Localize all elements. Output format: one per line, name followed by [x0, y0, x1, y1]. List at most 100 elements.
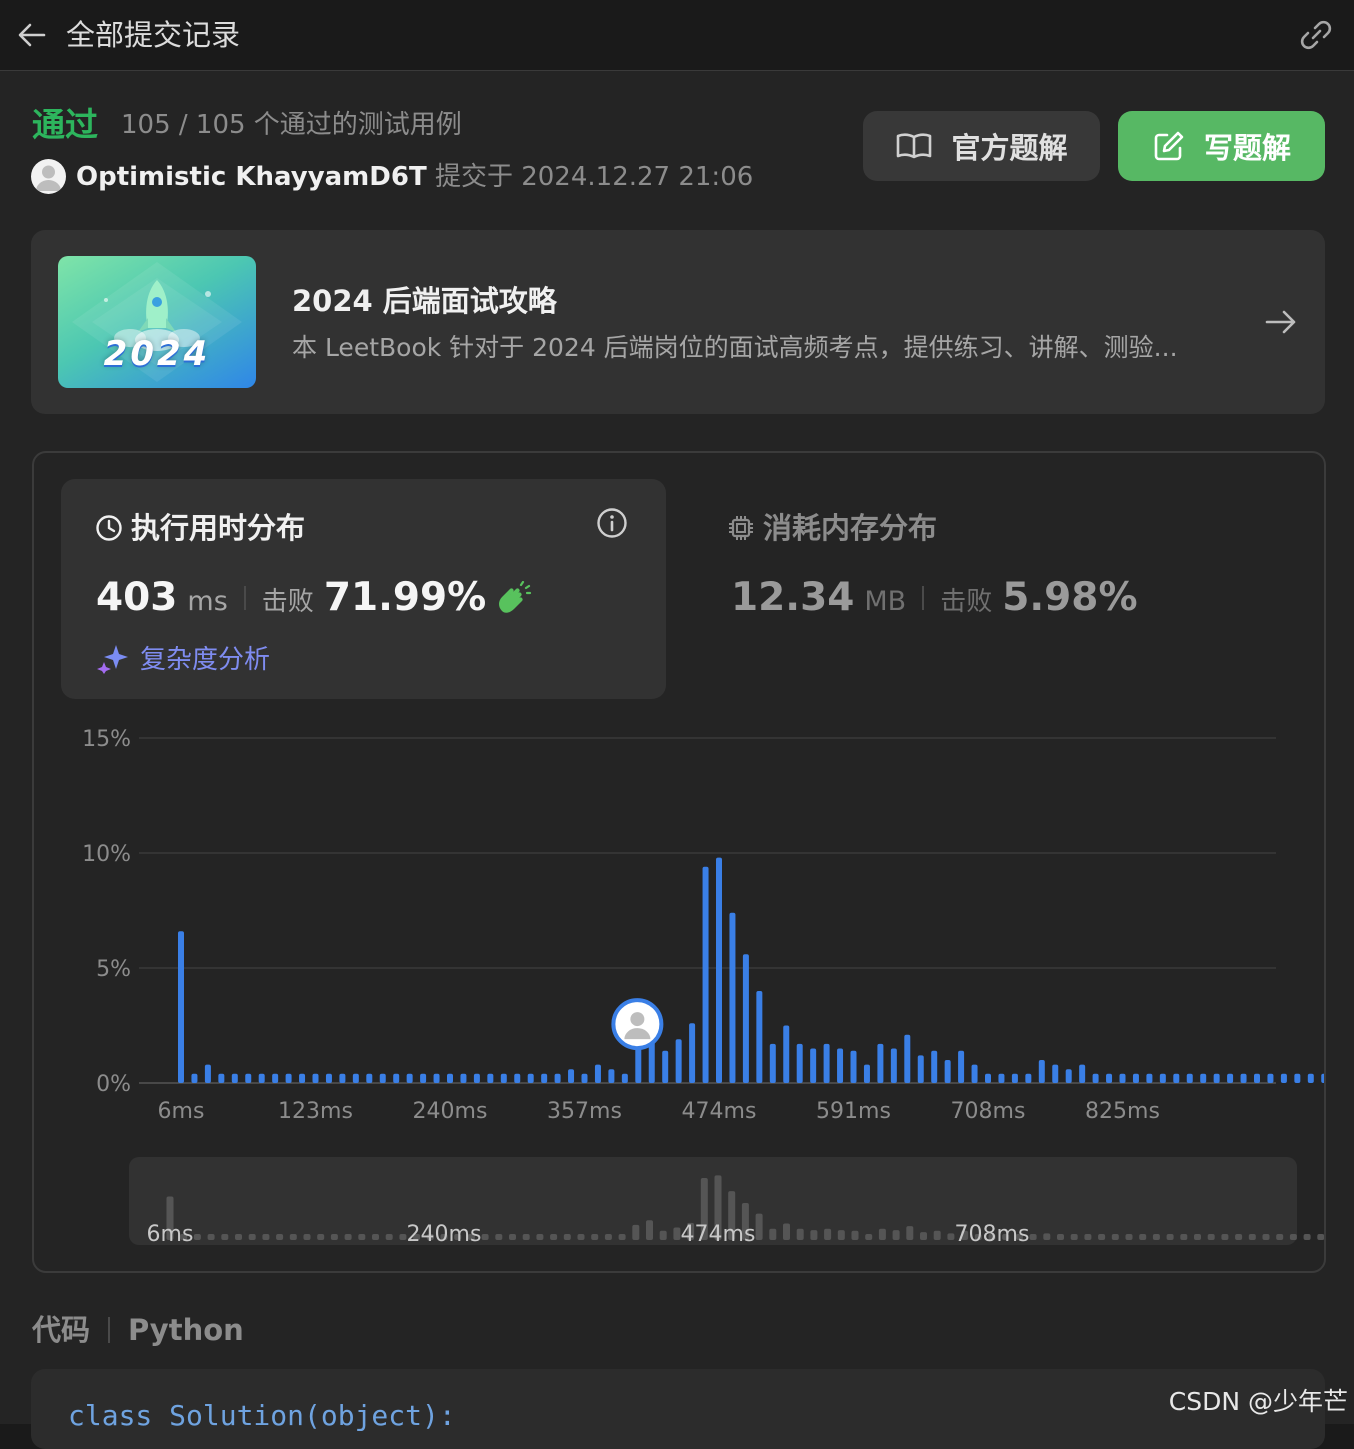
runtime-bar[interactable]	[904, 1034, 911, 1083]
runtime-bar[interactable]	[1227, 1073, 1234, 1083]
navigator-bar	[933, 1230, 941, 1240]
memory-tab[interactable]: 消耗内存分布	[727, 509, 937, 547]
runtime-bar[interactable]	[1280, 1073, 1287, 1083]
username[interactable]: Optimistic KhayyamD6T	[76, 162, 427, 192]
runtime-bar[interactable]	[1200, 1073, 1207, 1083]
runtime-bar[interactable]	[729, 912, 736, 1083]
my-submission-marker[interactable]	[611, 998, 664, 1051]
runtime-bar[interactable]	[339, 1073, 346, 1083]
runtime-bar[interactable]	[877, 1043, 884, 1083]
runtime-bar[interactable]	[1011, 1073, 1018, 1083]
runtime-bar[interactable]	[460, 1073, 467, 1083]
runtime-bar[interactable]	[312, 1073, 319, 1083]
runtime-bar[interactable]	[204, 1064, 211, 1083]
runtime-bar[interactable]	[1307, 1073, 1314, 1083]
link-icon[interactable]	[1296, 18, 1336, 52]
runtime-bar[interactable]	[231, 1073, 238, 1083]
runtime-bar[interactable]	[783, 1025, 790, 1084]
write-solution-button[interactable]: 写题解	[1118, 111, 1325, 181]
runtime-bar[interactable]	[890, 1048, 897, 1084]
runtime-bar[interactable]	[581, 1073, 588, 1083]
runtime-bar[interactable]	[366, 1073, 373, 1083]
runtime-bar[interactable]	[406, 1073, 413, 1083]
runtime-bar[interactable]	[554, 1073, 561, 1083]
runtime-bar[interactable]	[716, 857, 722, 1083]
official-solution-button[interactable]: 官方题解	[863, 111, 1100, 181]
avatar[interactable]	[31, 159, 66, 194]
leetbook-promo-card[interactable]: 2024 2024 后端面试攻略 本 LeetBook 针对于 2024 后端岗…	[31, 230, 1325, 414]
runtime-bar[interactable]	[1254, 1073, 1260, 1083]
runtime-bar[interactable]	[1106, 1073, 1113, 1083]
runtime-bar[interactable]	[742, 954, 749, 1083]
runtime-bar[interactable]	[958, 1050, 965, 1083]
runtime-bar[interactable]	[433, 1073, 440, 1083]
runtime-bar[interactable]	[863, 1064, 870, 1083]
runtime-bar[interactable]	[837, 1048, 844, 1084]
runtime-bar[interactable]	[931, 1050, 938, 1083]
runtime-bar[interactable]	[487, 1073, 494, 1083]
runtime-bar[interactable]	[1321, 1073, 1324, 1083]
runtime-bar[interactable]	[850, 1050, 857, 1083]
runtime-bar[interactable]	[944, 1060, 951, 1083]
runtime-bar[interactable]	[1038, 1060, 1045, 1083]
info-icon[interactable]	[596, 507, 628, 539]
runtime-bar[interactable]	[379, 1073, 386, 1083]
runtime-bar[interactable]	[985, 1073, 991, 1083]
runtime-bar[interactable]	[810, 1048, 817, 1084]
runtime-bar[interactable]	[917, 1055, 924, 1083]
runtime-bar[interactable]	[514, 1073, 521, 1083]
runtime-bar[interactable]	[702, 866, 709, 1083]
runtime-bar[interactable]	[352, 1073, 359, 1083]
runtime-distribution-chart[interactable]: 15% 10% 5% 0% 6ms 123ms 240ms 357ms 474ms 591ms 7…	[34, 713, 1324, 1273]
runtime-bar[interactable]	[420, 1073, 427, 1083]
runtime-bar[interactable]	[299, 1073, 306, 1083]
runtime-bar[interactable]	[662, 1050, 669, 1083]
runtime-bar[interactable]	[1213, 1073, 1220, 1083]
runtime-bar[interactable]	[998, 1073, 1005, 1083]
runtime-bar[interactable]	[178, 931, 184, 1083]
arrow-left-icon[interactable]	[16, 18, 48, 52]
runtime-bar[interactable]	[527, 1073, 534, 1083]
runtime-bar[interactable]	[971, 1064, 978, 1083]
runtime-bar[interactable]	[447, 1073, 453, 1083]
runtime-bar[interactable]	[218, 1073, 225, 1083]
runtime-bar[interactable]	[1240, 1073, 1247, 1083]
runtime-bar[interactable]	[608, 1069, 615, 1083]
runtime-bar[interactable]	[1132, 1073, 1139, 1083]
runtime-bar[interactable]	[568, 1069, 575, 1083]
runtime-bar[interactable]	[1119, 1073, 1126, 1083]
runtime-bar[interactable]	[473, 1073, 480, 1083]
runtime-bar[interactable]	[541, 1073, 548, 1083]
runtime-bar[interactable]	[245, 1073, 252, 1083]
runtime-bar[interactable]	[1065, 1069, 1072, 1083]
runtime-bar[interactable]	[1025, 1073, 1032, 1083]
runtime-bar[interactable]	[1186, 1073, 1193, 1083]
navigator-bar	[604, 1234, 612, 1240]
runtime-bar[interactable]	[285, 1073, 292, 1083]
runtime-bar[interactable]	[1159, 1073, 1166, 1083]
runtime-bar[interactable]	[689, 1023, 696, 1083]
runtime-bar[interactable]	[500, 1073, 507, 1083]
runtime-bar[interactable]	[1092, 1073, 1099, 1083]
runtime-bar[interactable]	[191, 1073, 198, 1083]
runtime-bar[interactable]	[796, 1043, 803, 1083]
runtime-bar[interactable]	[769, 1043, 776, 1083]
runtime-bar[interactable]	[1052, 1064, 1059, 1083]
runtime-card[interactable]: 执行用时分布 403 ms 击败 71.99% 复杂度分析	[61, 479, 666, 699]
complexity-analysis-link[interactable]: 复杂度分析	[96, 639, 270, 676]
runtime-bar[interactable]	[1267, 1073, 1274, 1083]
runtime-bar[interactable]	[1146, 1073, 1153, 1083]
runtime-bar[interactable]	[756, 991, 763, 1083]
runtime-bar[interactable]	[1294, 1073, 1301, 1083]
runtime-bar[interactable]	[1079, 1064, 1086, 1083]
runtime-bar[interactable]	[272, 1073, 279, 1083]
runtime-bar[interactable]	[823, 1043, 830, 1083]
runtime-bar[interactable]	[594, 1064, 601, 1083]
code-block[interactable]: class Solution(object):	[31, 1369, 1325, 1449]
runtime-bar[interactable]	[1173, 1073, 1180, 1083]
runtime-bar[interactable]	[325, 1073, 332, 1083]
runtime-bar[interactable]	[393, 1073, 400, 1083]
runtime-bar[interactable]	[258, 1073, 265, 1083]
runtime-bar[interactable]	[621, 1073, 628, 1083]
runtime-bar[interactable]	[675, 1039, 682, 1083]
